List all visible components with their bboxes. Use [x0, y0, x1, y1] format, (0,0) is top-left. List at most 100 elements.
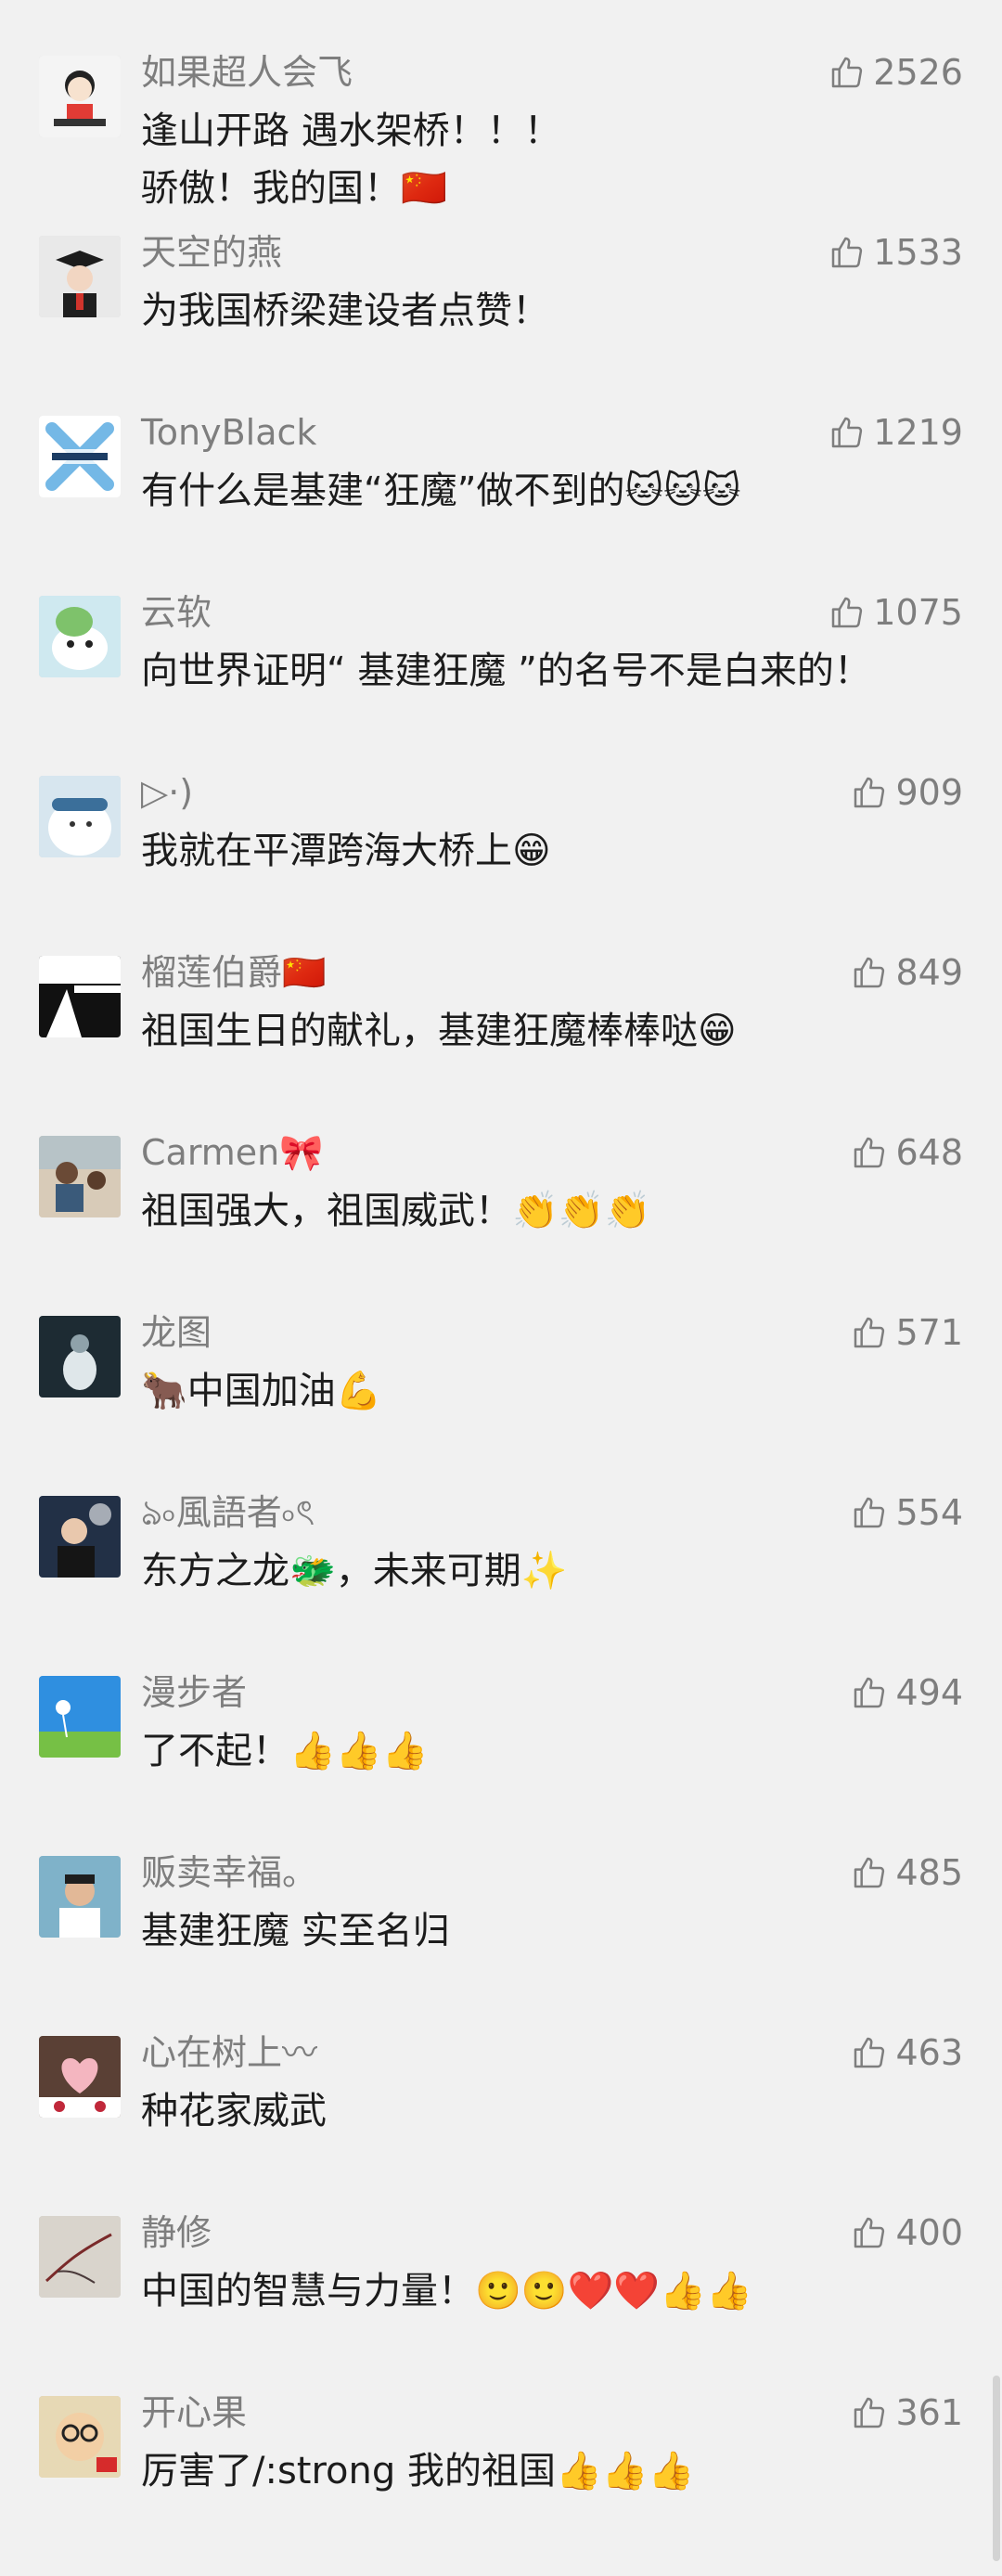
comment-item: 贩卖幸福。 基建狂魔 实至名归 485 — [0, 1852, 1002, 2036]
comment-text: 祖国生日的献礼，基建狂魔棒棒哒😁 — [141, 1010, 737, 1052]
thumbs-up-icon — [851, 1674, 888, 1711]
like-button[interactable]: 361 — [851, 2390, 963, 2435]
like-button[interactable]: 400 — [851, 2210, 963, 2255]
like-count: 463 — [895, 2032, 963, 2073]
comment-item: ▷·) 我就在平潭跨海大桥上😁 909 — [0, 772, 1002, 956]
like-count: 485 — [895, 1852, 963, 1893]
comment-item: 开心果 厉害了/:strong 我的祖国👍👍👍 361 — [0, 2392, 1002, 2576]
comment-item: 漫步者 了不起！👍👍👍 494 — [0, 1672, 1002, 1856]
avatar[interactable] — [39, 416, 121, 497]
like-count: 1075 — [873, 592, 963, 633]
comment-nickname[interactable]: ঌ৹風語者৹ৎ — [141, 1490, 315, 1535]
comment-nickname[interactable]: 开心果 — [141, 2390, 247, 2435]
comment-text: 中国的智慧与力量！🙂🙂❤️❤️👍👍 — [141, 2270, 752, 2312]
comment-item: 龙图 🐂中国加油💪 571 — [0, 1312, 1002, 1496]
thumbs-up-icon — [829, 594, 866, 631]
like-count: 494 — [895, 1672, 963, 1713]
thumbs-up-icon — [851, 2394, 888, 2431]
avatar[interactable] — [39, 1136, 121, 1217]
like-button[interactable]: 648 — [851, 1130, 963, 1175]
avatar[interactable] — [39, 596, 121, 677]
comment-text: 向世界证明“ 基建狂魔 ”的名号不是白来的！ — [141, 650, 871, 692]
comment-nickname[interactable]: Carmen🎀 — [141, 1130, 324, 1175]
like-button[interactable]: 1075 — [829, 590, 963, 635]
like-count: 400 — [895, 2212, 963, 2253]
comment-text: 东方之龙🐲，未来可期✨ — [141, 1550, 568, 1592]
like-button[interactable]: 463 — [851, 2030, 963, 2075]
like-button[interactable]: 849 — [851, 950, 963, 995]
comment-text: 了不起！👍👍👍 — [141, 1730, 429, 1772]
thumbs-up-icon — [851, 1314, 888, 1351]
thumbs-up-icon — [851, 774, 888, 811]
comment-text: 厉害了/:strong 我的祖国👍👍👍 — [141, 2450, 695, 2492]
comment-item: TonyBlack 有什么是基建“狂魔”做不到的🐱🐱🐱 1219 — [0, 412, 1002, 596]
comment-text: 种花家威武 — [141, 2090, 327, 2132]
thumbs-up-icon — [851, 1854, 888, 1891]
like-count: 1219 — [873, 412, 963, 453]
comment-text: 祖国强大，祖国威武！👏👏👏 — [141, 1190, 651, 1232]
comment-list: 如果超人会飞 逢山开路 遇水架桥！！！ 骄傲！我的国！🇨🇳 2526 天空的燕 … — [0, 0, 1002, 2567]
avatar[interactable] — [39, 1316, 121, 1397]
avatar[interactable] — [39, 1676, 121, 1758]
comment-text: 为我国桥梁建设者点赞！ — [141, 290, 549, 332]
comment-item: ঌ৹風語者৹ৎ 东方之龙🐲，未来可期✨ 554 — [0, 1492, 1002, 1676]
comment-item: 天空的燕 为我国桥梁建设者点赞！ 1533 — [0, 232, 1002, 416]
comment-item: 心在树上〰 种花家威武 463 — [0, 2032, 1002, 2216]
thumbs-up-icon — [851, 2034, 888, 2071]
thumbs-up-icon — [829, 234, 866, 271]
thumbs-up-icon — [851, 954, 888, 991]
like-button[interactable]: 1219 — [829, 410, 963, 455]
comment-text: 逢山开路 遇水架桥！！！ 骄傲！我的国！🇨🇳 — [141, 109, 561, 210]
thumbs-up-icon — [829, 414, 866, 451]
like-count: 1533 — [873, 232, 963, 273]
like-count: 648 — [895, 1132, 963, 1173]
like-button[interactable]: 2526 — [829, 50, 963, 95]
comment-nickname[interactable]: 天空的燕 — [141, 230, 282, 275]
comment-text: 我就在平潭跨海大桥上😁 — [141, 830, 551, 872]
comment-nickname[interactable]: ▷·) — [141, 770, 193, 815]
comment-text: 🐂中国加油💪 — [141, 1370, 382, 1412]
thumbs-up-icon — [851, 1134, 888, 1171]
like-button[interactable]: 485 — [851, 1850, 963, 1895]
avatar[interactable] — [39, 2216, 121, 2298]
thumbs-up-icon — [829, 54, 866, 91]
avatar[interactable] — [39, 2396, 121, 2478]
comment-item: 静修 中国的智慧与力量！🙂🙂❤️❤️👍👍 400 — [0, 2212, 1002, 2396]
comment-item: 榴莲伯爵🇨🇳 祖国生日的献礼，基建狂魔棒棒哒😁 849 — [0, 952, 1002, 1136]
like-button[interactable]: 1533 — [829, 230, 963, 275]
comment-nickname[interactable]: 云软 — [141, 590, 212, 635]
like-count: 909 — [895, 772, 963, 813]
avatar[interactable] — [39, 1496, 121, 1578]
thumbs-up-icon — [851, 2214, 888, 2251]
like-count: 554 — [895, 1492, 963, 1533]
like-count: 571 — [895, 1312, 963, 1353]
like-count: 849 — [895, 952, 963, 993]
comment-nickname[interactable]: 龙图 — [141, 1310, 212, 1355]
like-button[interactable]: 571 — [851, 1310, 963, 1355]
comment-nickname[interactable]: 榴莲伯爵🇨🇳 — [141, 950, 326, 995]
avatar[interactable] — [39, 776, 121, 857]
like-count: 2526 — [873, 52, 963, 93]
comment-nickname[interactable]: 如果超人会飞 — [141, 50, 353, 95]
comment-item: Carmen🎀 祖国强大，祖国威武！👏👏👏 648 — [0, 1132, 1002, 1316]
like-button[interactable]: 494 — [851, 1670, 963, 1715]
comment-text: 有什么是基建“狂魔”做不到的🐱🐱🐱 — [141, 470, 741, 512]
comment-text: 基建狂魔 实至名归 — [141, 1910, 450, 1952]
like-button[interactable]: 554 — [851, 1490, 963, 1535]
like-button[interactable]: 909 — [851, 770, 963, 815]
avatar[interactable] — [39, 2036, 121, 2118]
scrollbar[interactable] — [993, 2376, 1000, 2561]
comment-nickname[interactable]: TonyBlack — [141, 410, 316, 455]
like-count: 361 — [895, 2392, 963, 2433]
avatar[interactable] — [39, 1856, 121, 1938]
avatar[interactable] — [39, 236, 121, 317]
comment-nickname[interactable]: 漫步者 — [141, 1670, 247, 1715]
avatar[interactable] — [39, 56, 121, 137]
comment-item: 云软 向世界证明“ 基建狂魔 ”的名号不是白来的！ 1075 — [0, 592, 1002, 776]
avatar[interactable] — [39, 956, 121, 1037]
comment-nickname[interactable]: 心在树上〰 — [141, 2030, 317, 2075]
comment-nickname[interactable]: 贩卖幸福。 — [141, 1850, 317, 1895]
comment-item: 如果超人会飞 逢山开路 遇水架桥！！！ 骄傲！我的国！🇨🇳 2526 — [0, 52, 1002, 236]
comment-nickname[interactable]: 静修 — [141, 2210, 212, 2255]
thumbs-up-icon — [851, 1494, 888, 1531]
